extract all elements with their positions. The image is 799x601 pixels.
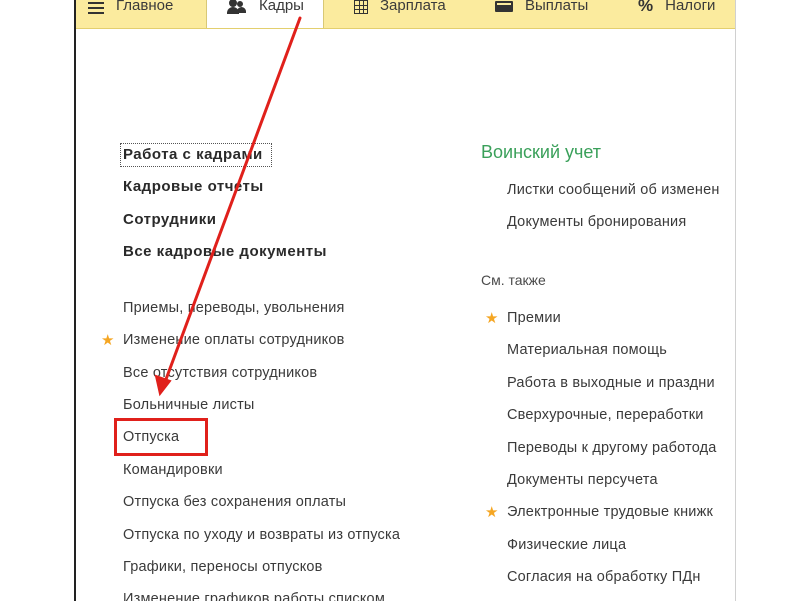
app-window: Главное Кадры Зарплата Выплаты % Налоги … [76,0,735,601]
window-right-border [735,0,736,601]
annotation-arrow [154,16,302,397]
arrow-line [163,16,302,384]
arrow-head [154,374,172,397]
